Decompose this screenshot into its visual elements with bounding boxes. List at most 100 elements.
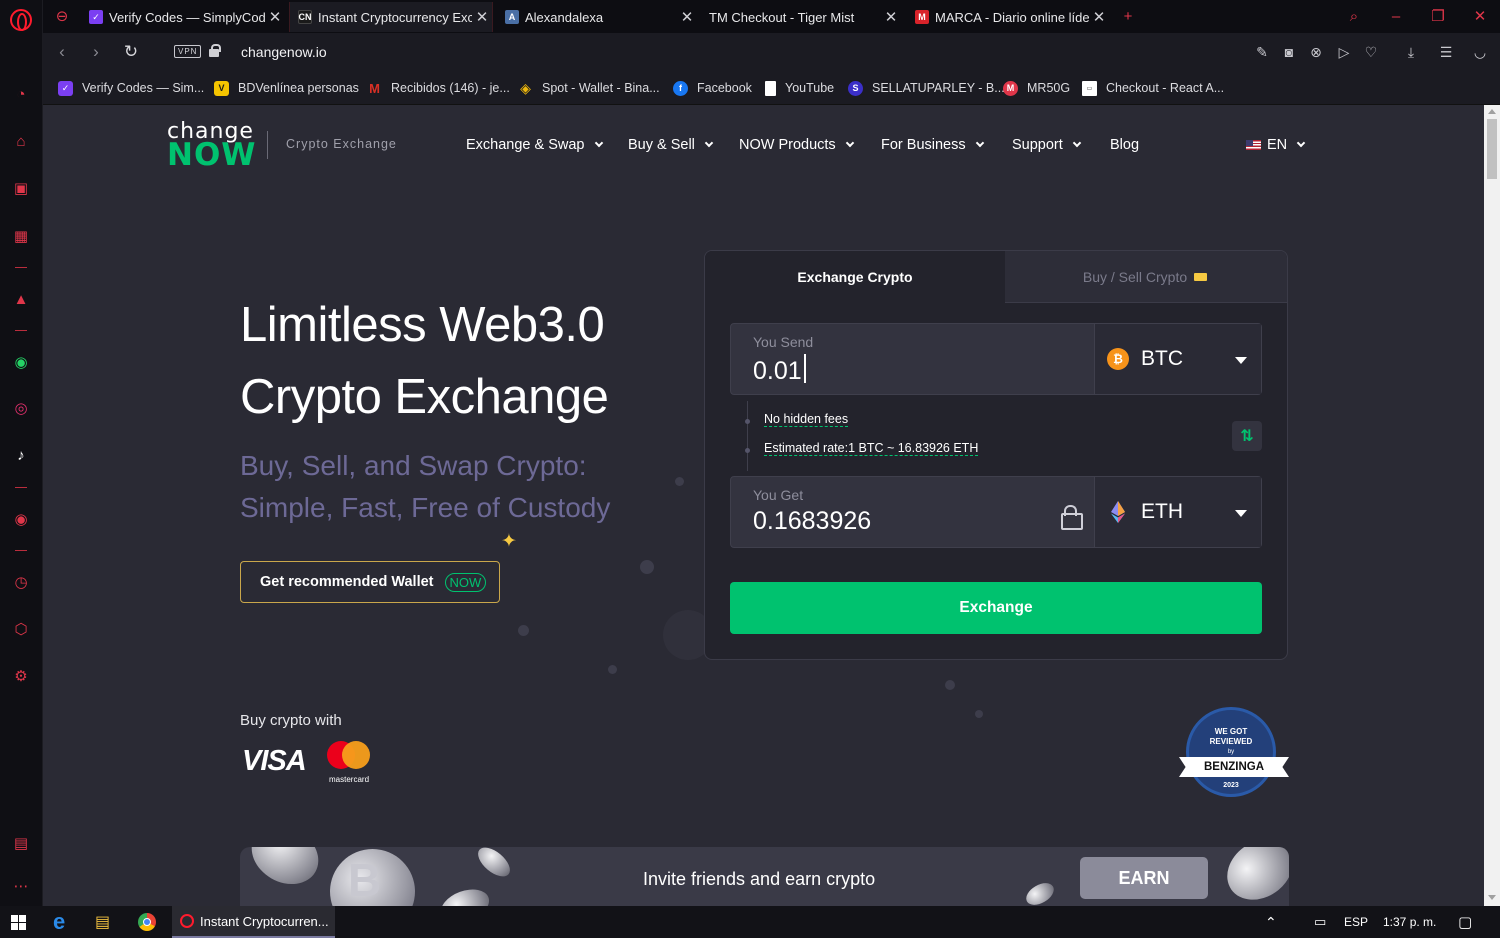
bookmark-binance[interactable]: ◈ Spot - Wallet - Bina... bbox=[518, 79, 660, 97]
nav-blog[interactable]: Blog bbox=[1110, 137, 1139, 153]
get-currency-selector[interactable]: ETH bbox=[1094, 477, 1261, 547]
language-selector[interactable]: EN bbox=[1246, 137, 1306, 153]
bookmark-bdv[interactable]: V BDVenlínea personas bbox=[214, 79, 359, 97]
close-tab-icon[interactable]: ✕ bbox=[265, 8, 285, 26]
tab-tiger-mist[interactable]: TM Checkout - Tiger Mist ✕ bbox=[701, 2, 901, 32]
tab-islands-icon[interactable]: ⊖ bbox=[51, 6, 73, 26]
bookmark-checkout[interactable]: ▭ Checkout - React A... bbox=[1082, 79, 1224, 97]
extensions-icon[interactable]: ⬡ bbox=[11, 619, 31, 639]
swap-currencies-button[interactable]: ⇅ bbox=[1232, 421, 1262, 451]
close-tab-icon[interactable]: ✕ bbox=[677, 8, 697, 26]
search-tabs-icon[interactable]: ⌕ bbox=[1343, 6, 1365, 26]
close-tab-icon[interactable]: ✕ bbox=[881, 8, 901, 26]
more-icon[interactable]: ⋯ bbox=[11, 876, 31, 896]
you-send-label: You Send bbox=[753, 334, 814, 350]
easy-setup-icon[interactable]: ☰ bbox=[1437, 43, 1455, 61]
get-wallet-button[interactable]: Get recommended Wallet NOW bbox=[240, 561, 500, 603]
close-window-icon[interactable]: ✕ bbox=[1469, 6, 1491, 26]
input-language[interactable]: ESP bbox=[1344, 912, 1368, 932]
chrome-icon[interactable] bbox=[138, 912, 156, 932]
close-tab-icon[interactable]: ✕ bbox=[472, 8, 492, 26]
bookmark-mr50g[interactable]: M MR50G bbox=[1003, 79, 1070, 97]
bookmark-sellatuparley[interactable]: S SELLATUPARLEY - B... bbox=[848, 79, 1005, 97]
instagram-icon[interactable]: ◎ bbox=[11, 398, 31, 418]
speed-dial-icon[interactable]: ◔ bbox=[11, 84, 31, 104]
calendar-icon[interactable]: ▦ bbox=[11, 226, 31, 246]
edge-icon[interactable]: e bbox=[53, 909, 65, 934]
minimize-icon[interactable]: – bbox=[1385, 6, 1407, 26]
tray-chevron-up-icon[interactable]: ⌃ bbox=[1265, 912, 1277, 932]
send-amount: 0.01 bbox=[753, 357, 802, 385]
tab-marca[interactable]: M MARCA - Diario online líder ✕ bbox=[907, 2, 1109, 32]
bookmark-verify-codes[interactable]: ✓ Verify Codes — Sim... bbox=[58, 79, 204, 97]
new-tab-icon[interactable]: + bbox=[1117, 6, 1139, 26]
address-bar: ‹ › ↻ VPN changenow.io ✎ ◙ ⊗ ▷ ♡ ⤓ ☰ ◡ bbox=[43, 33, 1500, 71]
you-get-field[interactable]: You Get 0.1683926 ETH bbox=[730, 476, 1262, 548]
visa-logo: VISA bbox=[242, 745, 307, 777]
reload-icon[interactable]: ↻ bbox=[121, 42, 141, 62]
close-tab-icon[interactable]: ✕ bbox=[1089, 8, 1109, 26]
opera-logo-icon[interactable] bbox=[10, 9, 32, 31]
scroll-down-icon[interactable] bbox=[1488, 895, 1496, 900]
unlock-rate-icon[interactable] bbox=[1061, 505, 1083, 530]
heart-icon[interactable]: ♡ bbox=[1362, 43, 1380, 61]
page-scrollbar[interactable] bbox=[1484, 105, 1500, 906]
restore-icon[interactable]: ❐ bbox=[1427, 6, 1449, 26]
estimated-rate-link[interactable]: Estimated rate:1 BTC ~ 16.83926 ETH bbox=[764, 441, 979, 456]
earn-button[interactable]: EARN bbox=[1080, 857, 1208, 899]
tab-buy-sell-crypto[interactable]: Buy / Sell Crypto bbox=[1001, 251, 1287, 303]
tab-verify-codes[interactable]: ✓ Verify Codes — SimplyCodes ✕ bbox=[81, 2, 285, 32]
bookmark-facebook[interactable]: f Facebook bbox=[673, 79, 752, 97]
send-currency-selector[interactable]: ₿ BTC bbox=[1094, 324, 1261, 394]
nav-for-business[interactable]: For Business bbox=[881, 137, 984, 153]
simplycodes-icon: ✓ bbox=[58, 80, 73, 96]
coin-decoration bbox=[1022, 878, 1058, 906]
forward-icon[interactable]: › bbox=[86, 42, 106, 62]
tab-changenow[interactable]: CN Instant Cryptocurrency Exchange ✕ bbox=[289, 2, 493, 32]
chevron-down-icon bbox=[594, 138, 603, 148]
nav-buy-sell[interactable]: Buy & Sell bbox=[628, 137, 714, 153]
camera-icon[interactable]: ◙ bbox=[1280, 43, 1298, 61]
whatsapp-icon[interactable]: ◉ bbox=[11, 352, 31, 372]
taskbar-opera-task[interactable]: Instant Cryptocurren... bbox=[172, 906, 335, 938]
profile-icon[interactable]: ◡ bbox=[1471, 43, 1489, 61]
aria-ai-icon[interactable]: ▲ bbox=[11, 289, 31, 309]
nav-exchange-swap[interactable]: Exchange & Swap bbox=[466, 137, 603, 153]
store-icon[interactable]: ▤ bbox=[95, 912, 110, 932]
windows-start-icon[interactable] bbox=[11, 915, 26, 930]
chevron-down-icon bbox=[975, 138, 984, 148]
nav-support[interactable]: Support bbox=[1012, 137, 1082, 153]
nav-now-products[interactable]: NOW Products bbox=[739, 137, 854, 153]
history-icon[interactable]: ◷ bbox=[11, 572, 31, 592]
workspace-icon[interactable]: ⌂ bbox=[11, 131, 31, 151]
url-field[interactable]: changenow.io bbox=[241, 44, 327, 60]
tab-exchange-crypto[interactable]: Exchange Crypto bbox=[705, 251, 1005, 303]
clock[interactable]: 1:37 p. m. bbox=[1383, 912, 1436, 932]
tab-alexandalexa[interactable]: A Alexandalexa ✕ bbox=[497, 2, 697, 32]
twitch-icon[interactable]: ▣ bbox=[11, 178, 31, 198]
player-icon[interactable]: ◉ bbox=[11, 509, 31, 529]
back-icon[interactable]: ‹ bbox=[52, 42, 72, 62]
bookmark-gmail[interactable]: M Recibidos (146) - je... bbox=[367, 79, 510, 97]
adblock-icon[interactable]: ⊗ bbox=[1307, 43, 1325, 61]
download-icon[interactable]: ⤓ bbox=[1402, 43, 1420, 61]
scroll-thumb[interactable] bbox=[1487, 119, 1497, 179]
scroll-up-icon[interactable] bbox=[1488, 109, 1496, 114]
snapshot-gallery-icon[interactable]: ▤ bbox=[11, 833, 31, 853]
you-send-input[interactable]: 0.01 bbox=[753, 354, 806, 386]
no-hidden-fees-link[interactable]: No hidden fees bbox=[764, 412, 849, 427]
benzinga-review-badge[interactable]: WE GOT REVIEWED by BENZINGA 2023 bbox=[1179, 707, 1289, 797]
send-icon[interactable]: ▷ bbox=[1335, 43, 1353, 61]
edit-icon[interactable]: ✎ bbox=[1253, 43, 1271, 61]
tiktok-icon[interactable]: ♪ bbox=[11, 445, 31, 465]
you-send-field[interactable]: You Send 0.01 ₿ BTC bbox=[730, 323, 1262, 395]
lock-icon[interactable] bbox=[209, 44, 221, 57]
exchange-button[interactable]: Exchange bbox=[730, 582, 1262, 634]
logo-now[interactable]: NOW bbox=[167, 137, 257, 173]
decor-dot bbox=[975, 710, 983, 718]
network-icon[interactable]: ▭ bbox=[1314, 912, 1326, 932]
bookmark-youtube[interactable]: YouTube bbox=[765, 79, 834, 97]
settings-icon[interactable]: ⚙ bbox=[11, 666, 31, 686]
vpn-badge[interactable]: VPN bbox=[174, 45, 202, 58]
notifications-icon[interactable]: ▢ bbox=[1458, 912, 1472, 932]
